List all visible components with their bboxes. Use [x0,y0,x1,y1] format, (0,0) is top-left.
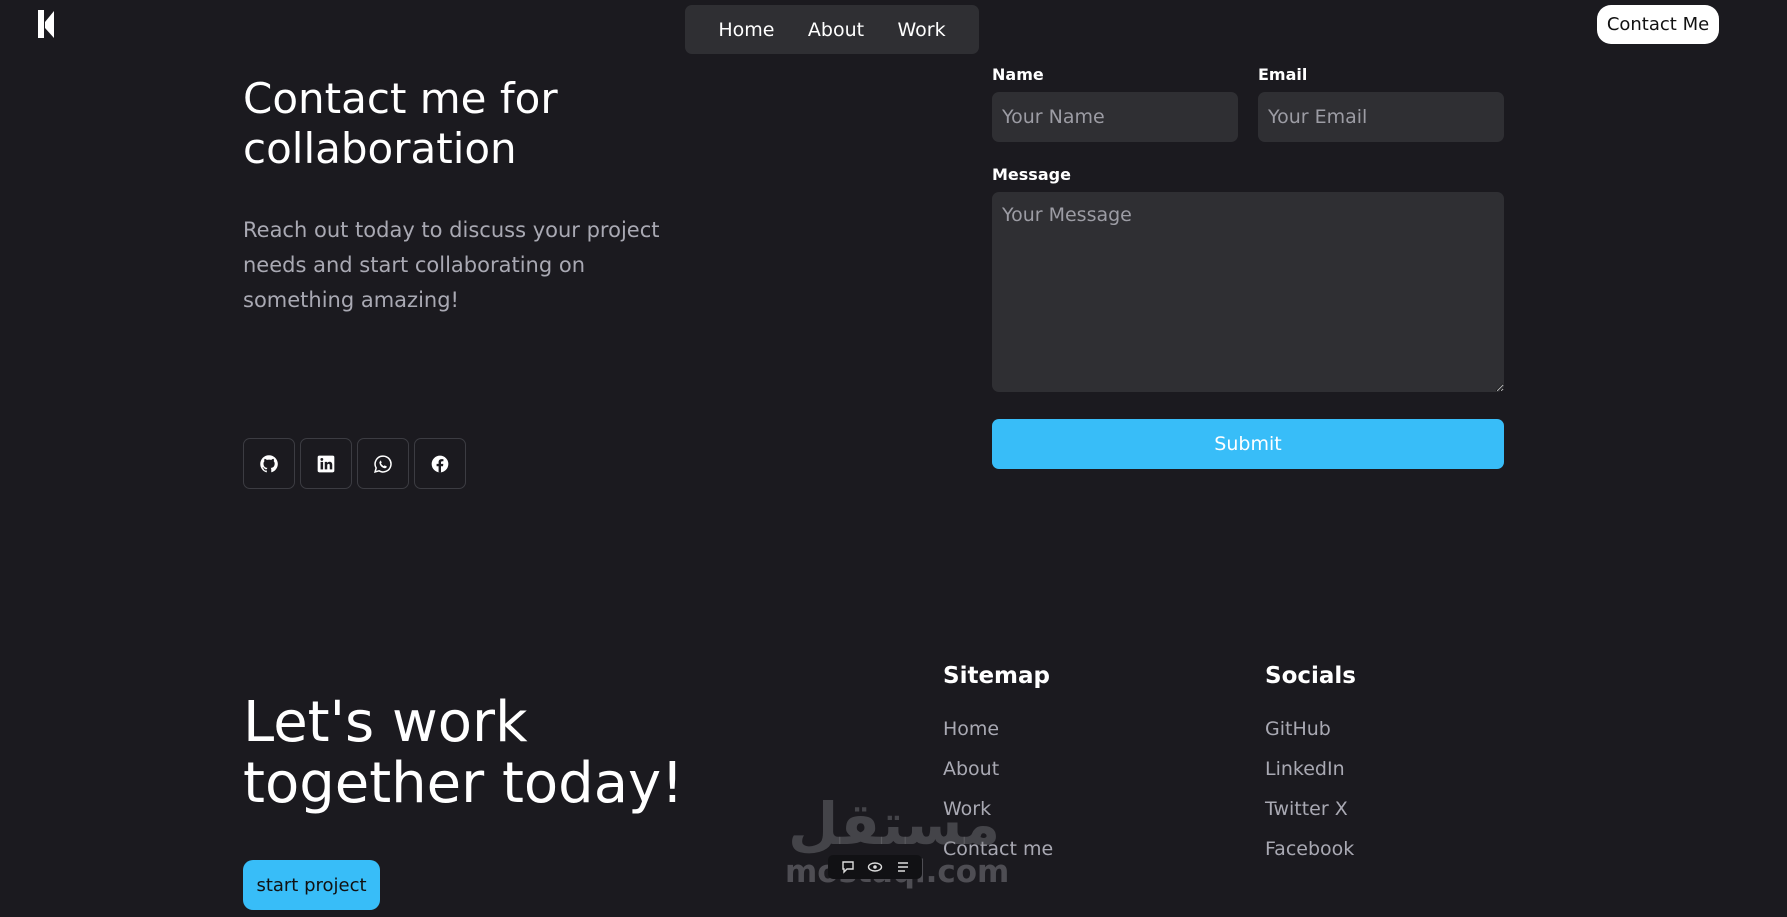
sitemap-link-about[interactable]: About [943,758,999,780]
social-buttons [243,438,466,489]
list-item: LinkedIn [1265,758,1354,798]
social-link-facebook[interactable]: Facebook [1265,838,1354,860]
main-nav: Home About Work [685,5,979,54]
list-item: About [943,758,1053,798]
message-label: Message [992,165,1071,184]
nav-work[interactable]: Work [897,19,945,41]
name-input[interactable] [992,92,1238,142]
list-item: Facebook [1265,838,1354,878]
message-textarea[interactable] [992,192,1504,392]
floating-toolbar [828,855,922,879]
eye-icon[interactable] [867,859,883,875]
sitemap-heading: Sitemap [943,663,1050,689]
github-icon [260,454,278,472]
socials-heading: Socials [1265,663,1356,689]
facebook-icon [431,455,449,472]
contact-description: Reach out today to discuss your project … [243,218,660,312]
sitemap-link-home[interactable]: Home [943,718,999,740]
start-project-button[interactable]: start project [243,860,380,910]
email-input[interactable] [1258,92,1504,142]
name-label: Name [992,65,1044,84]
sitemap-list: Home About Work Contact me [943,718,1053,878]
contact-title: Contact me for collaboration [243,74,558,173]
comment-icon[interactable] [840,859,856,875]
menu-icon[interactable] [895,859,911,875]
sitemap-link-work[interactable]: Work [943,798,991,820]
github-button[interactable] [243,438,295,489]
facebook-button[interactable] [414,438,466,489]
nav-home[interactable]: Home [718,19,774,41]
linkedin-icon [317,455,335,472]
page: Home About Work Contact Me Contact me fo… [0,0,1787,917]
email-label: Email [1258,65,1308,84]
contact-me-button[interactable]: Contact Me [1597,5,1719,44]
list-item: Home [943,718,1053,758]
linkedin-button[interactable] [300,438,352,489]
social-link-linkedin[interactable]: LinkedIn [1265,758,1345,780]
list-item: GitHub [1265,718,1354,758]
submit-button[interactable]: Submit [992,419,1504,469]
social-link-github[interactable]: GitHub [1265,718,1331,740]
socials-list: GitHub LinkedIn Twitter X Facebook [1265,718,1354,878]
site-logo-icon[interactable] [36,8,58,40]
list-item: Contact me [943,838,1053,878]
list-item: Work [943,798,1053,838]
whatsapp-icon [374,454,392,473]
footer-title: Let's work together today! [243,690,684,816]
list-item: Twitter X [1265,798,1354,838]
social-link-twitter[interactable]: Twitter X [1265,798,1348,820]
sitemap-link-contact[interactable]: Contact me [943,838,1053,860]
whatsapp-button[interactable] [357,438,409,489]
nav-about[interactable]: About [808,19,864,41]
